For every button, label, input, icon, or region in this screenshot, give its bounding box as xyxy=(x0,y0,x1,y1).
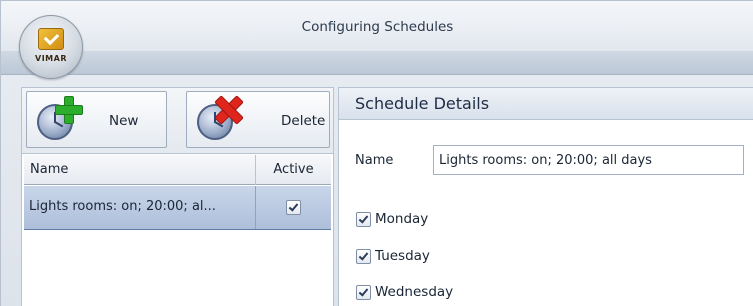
delete-schedule-button[interactable]: Delete xyxy=(186,91,330,148)
monday-label: Monday xyxy=(375,211,429,227)
schedule-details-pane: Schedule Details Name Monday Tuesday Wed… xyxy=(338,87,753,306)
column-header-active[interactable]: Active xyxy=(256,155,331,185)
checkmark-icon xyxy=(358,250,369,261)
schedule-active-checkbox[interactable] xyxy=(286,200,301,215)
schedule-name-input[interactable] xyxy=(433,145,744,175)
details-title: Schedule Details xyxy=(355,94,490,113)
ribbon-strip xyxy=(1,51,753,75)
vimar-logo-icon xyxy=(38,28,64,50)
wednesday-label: Wednesday xyxy=(375,284,454,300)
app-window: Configuring Schedules VIMAR New Delete N… xyxy=(0,0,753,306)
checkmark-icon xyxy=(358,286,369,297)
delete-x-icon xyxy=(215,96,241,122)
schedules-toolbar: New Delete xyxy=(22,88,333,154)
window-title: Configuring Schedules xyxy=(301,19,454,35)
logo-text: VIMAR xyxy=(35,54,67,63)
app-menu-button[interactable]: VIMAR xyxy=(19,15,83,79)
wednesday-checkbox[interactable] xyxy=(356,285,371,300)
delete-button-label: Delete xyxy=(281,113,326,129)
monday-checkbox[interactable] xyxy=(356,212,371,227)
schedule-row[interactable]: Lights rooms: on; 20:00; al... xyxy=(24,186,331,230)
tuesday-checkbox[interactable] xyxy=(356,249,371,264)
new-button-label: New xyxy=(109,113,139,129)
name-field-label: Name xyxy=(355,153,394,168)
schedule-row-active-cell xyxy=(256,186,331,229)
plus-icon xyxy=(55,96,83,124)
column-header-name[interactable]: Name xyxy=(24,155,256,185)
details-header: Schedule Details xyxy=(339,88,753,120)
tuesday-label: Tuesday xyxy=(375,248,430,264)
title-bar: Configuring Schedules xyxy=(1,1,753,51)
new-schedule-button[interactable]: New xyxy=(26,91,167,148)
schedule-row-name: Lights rooms: on; 20:00; al... xyxy=(24,186,256,229)
schedules-grid-header: Name Active xyxy=(24,155,331,185)
schedules-pane: New Delete Name Active Lights rooms: on;… xyxy=(21,87,334,306)
checkmark-icon xyxy=(288,201,299,212)
checkmark-icon xyxy=(358,213,369,224)
